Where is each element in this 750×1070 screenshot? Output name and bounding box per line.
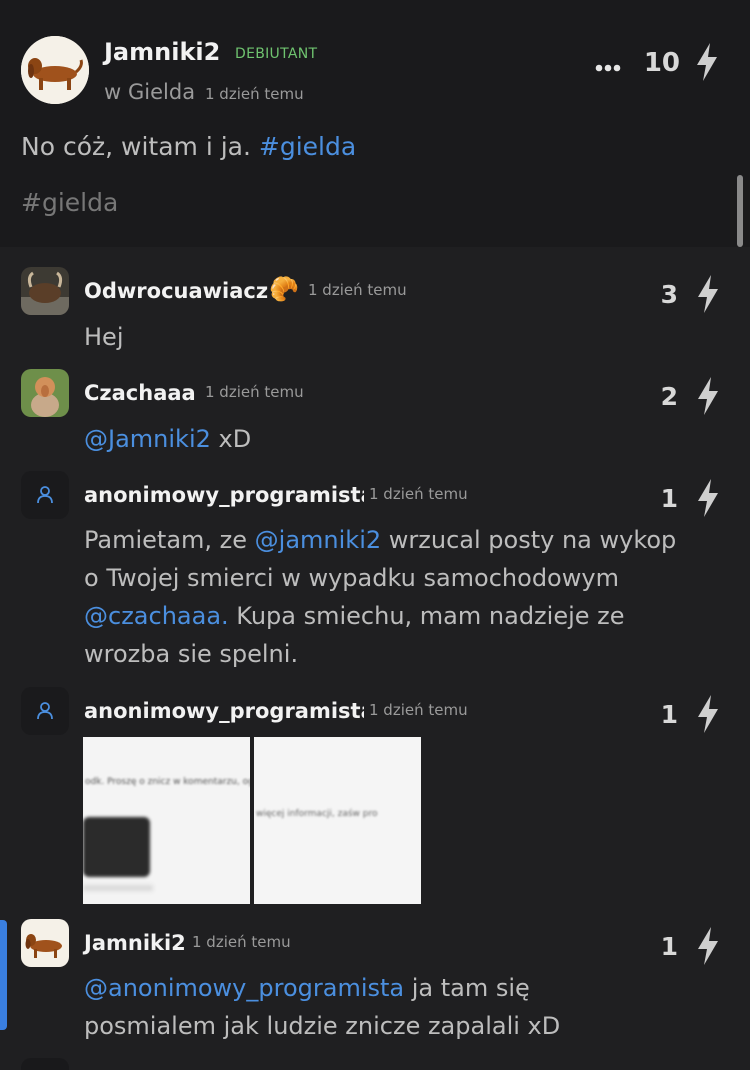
comment-text: @Jamniki2 xD [84, 420, 251, 458]
comment-time: 1 dzień temu [192, 933, 291, 951]
text-segment: Pamietam, ze [84, 526, 255, 554]
next-comment-avatar-edge [21, 1058, 69, 1070]
comment-line: o Twojej smierci w wypadku samochodowym [84, 564, 619, 592]
comment-time: 1 dzień temu [369, 485, 468, 503]
post-author-avatar[interactable] [21, 36, 89, 104]
more-dots-icon[interactable] [595, 58, 621, 72]
text-segment: Kupa smiechu, mam nadzieje ze [228, 602, 625, 630]
post-card: Jamniki2 DEBIUTANT w Gielda 1 dzień temu… [0, 0, 750, 247]
comment-author-name[interactable]: Odwrocuawiacz [84, 279, 268, 303]
community-prefix: w [104, 80, 122, 104]
image-blur-line [83, 885, 153, 891]
comment-line: wrozba sie spelni. [84, 640, 299, 668]
croissant-icon: 🥐 [269, 275, 299, 303]
mention-link[interactable]: @Jamniki2 [84, 425, 211, 453]
author-badge: DEBIUTANT [235, 46, 318, 62]
comment-line: Pamietam, ze @jamniki2 wrzucal posty na … [84, 521, 744, 559]
post-tag-line[interactable]: #gielda [21, 188, 118, 217]
attachment-image[interactable]: więcej informacji, zaśw pro [254, 737, 421, 904]
comment-author-name[interactable]: anonimowy_programista [84, 699, 364, 723]
lightning-bolt-icon[interactable] [695, 376, 721, 420]
user-icon [37, 702, 53, 720]
lightning-bolt-icon[interactable] [695, 694, 721, 738]
comment-author-avatar[interactable] [21, 369, 69, 417]
post-score: 10 [643, 48, 680, 78]
comment-score: 1 [660, 932, 678, 961]
community-link[interactable]: Gielda [128, 80, 195, 104]
post-body: No cóż, witam i ja. #gielda [21, 128, 356, 166]
comment-time: 1 dzień temu [205, 383, 304, 401]
anonymous-avatar[interactable] [21, 687, 69, 735]
mention-link[interactable]: @czachaaa. [84, 602, 229, 630]
comment-text-after: xD [218, 425, 252, 453]
comment-text: @anonimowy_programista ja tam się posmia… [84, 969, 744, 1045]
comment-author-avatar[interactable] [21, 267, 69, 315]
image-dark-block [83, 817, 150, 877]
lightning-bolt-icon[interactable] [695, 926, 721, 970]
comment-line: @czachaaa. Kupa smiechu, mam nadzieje ze [84, 597, 744, 635]
post-author-name[interactable]: Jamniki2 [104, 38, 220, 66]
mention-link[interactable]: @anonimowy_programista [84, 974, 404, 1002]
text-segment: ja tam się [404, 974, 530, 1002]
comment-score: 1 [660, 484, 678, 513]
comment-score: 1 [660, 700, 678, 729]
attachment-image[interactable]: odk. Proszę o znicz w komentarzu, og [83, 737, 250, 904]
scrollbar-thumb[interactable] [737, 175, 743, 247]
highlight-bar [0, 920, 7, 1030]
post-time: 1 dzień temu [205, 85, 304, 103]
comment-time: 1 dzień temu [369, 701, 468, 719]
comment-author-name[interactable]: anonimowy_programista [84, 483, 364, 507]
comment-text: Hej [84, 323, 124, 351]
comment-author-name[interactable]: Czachaaa [84, 381, 196, 405]
text-segment: wrzucal posty na wykop [381, 526, 677, 554]
user-icon [37, 486, 53, 504]
comment-author-name[interactable]: Jamniki2 [84, 931, 186, 955]
comment-score: 3 [660, 280, 678, 309]
image-caption-text: więcej informacji, zaśw pro [256, 809, 378, 819]
comment-line: @anonimowy_programista ja tam się [84, 969, 744, 1007]
post-inline-tag[interactable]: #gielda [259, 132, 356, 161]
mention-link[interactable]: @jamniki2 [255, 526, 381, 554]
post-text: No cóż, witam i ja. [21, 132, 251, 161]
comment-line: posmialem jak ludzie znicze zapalali xD [84, 1012, 561, 1040]
anonymous-avatar[interactable] [21, 471, 69, 519]
lightning-bolt-icon[interactable] [695, 274, 721, 318]
comment-author-avatar[interactable] [21, 919, 69, 967]
lightning-bolt-icon[interactable] [695, 478, 721, 522]
comment-time: 1 dzień temu [308, 281, 407, 299]
lightning-bolt-icon[interactable] [694, 42, 720, 86]
image-caption-text: odk. Proszę o znicz w komentarzu, og [85, 777, 250, 787]
comment-score: 2 [660, 382, 678, 411]
comment-text: Pamietam, ze @jamniki2 wrzucal posty na … [84, 521, 744, 673]
